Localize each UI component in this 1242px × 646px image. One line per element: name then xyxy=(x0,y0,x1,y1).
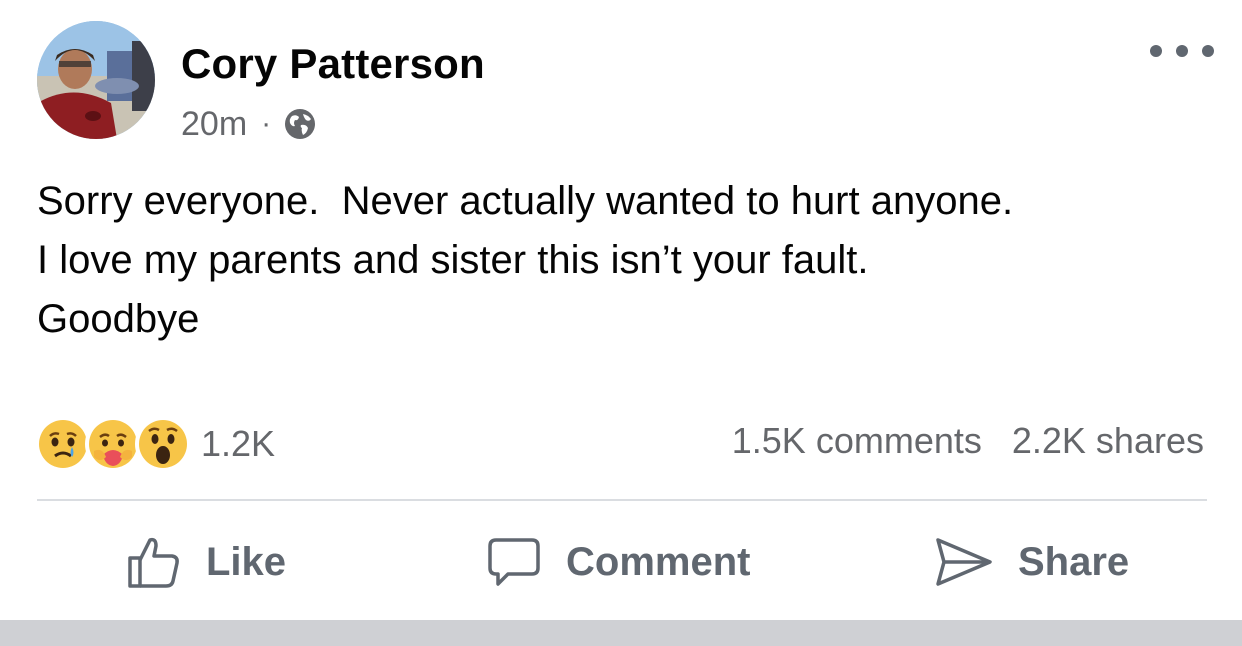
meta-separator: · xyxy=(261,107,272,140)
more-dot xyxy=(1150,45,1162,57)
shares-count[interactable]: 2.2K shares xyxy=(1012,420,1204,462)
comment-button[interactable]: Comment xyxy=(486,530,750,594)
share-button[interactable]: Share xyxy=(934,530,1129,594)
thumbs-up-icon xyxy=(128,537,179,588)
post-meta: 20m · xyxy=(181,102,317,146)
post-text-line: Sorry everyone. Never actually wanted to… xyxy=(37,179,1014,223)
post-body: Sorry everyone. Never actually wanted to… xyxy=(37,172,1217,349)
like-button[interactable]: Like xyxy=(126,530,286,594)
avatar-photo xyxy=(37,21,155,139)
care-emoji-icon xyxy=(85,416,141,472)
divider xyxy=(37,499,1207,501)
author-name[interactable]: Cory Patterson xyxy=(181,40,485,88)
author-avatar[interactable] xyxy=(37,21,155,139)
post-text-line: Goodbye xyxy=(37,297,200,341)
reactions-summary[interactable]: 1.2K xyxy=(35,416,275,472)
like-label: Like xyxy=(206,539,287,584)
sad-emoji-icon xyxy=(35,416,91,472)
post-text-line: I love my parents and sister this isn’t … xyxy=(37,238,869,282)
comment-label: Comment xyxy=(566,539,751,584)
share-label: Share xyxy=(1018,539,1130,584)
more-dot xyxy=(1202,45,1214,57)
share-arrow-icon xyxy=(936,538,992,586)
engagement-counts: 1.5K comments 2.2K shares xyxy=(732,420,1204,462)
globe-icon xyxy=(285,109,316,139)
more-dot xyxy=(1176,45,1188,57)
comment-icon xyxy=(488,538,540,586)
wow-emoji-icon xyxy=(135,416,191,472)
post-timestamp[interactable]: 20m xyxy=(181,105,247,144)
more-options-icon[interactable] xyxy=(1150,36,1214,66)
facebook-post: Cory Patterson 20m · Sorry everyone. Nev… xyxy=(0,0,1242,646)
feed-separator xyxy=(0,620,1242,646)
reaction-count: 1.2K xyxy=(201,423,276,464)
comments-count[interactable]: 1.5K comments xyxy=(732,420,982,462)
